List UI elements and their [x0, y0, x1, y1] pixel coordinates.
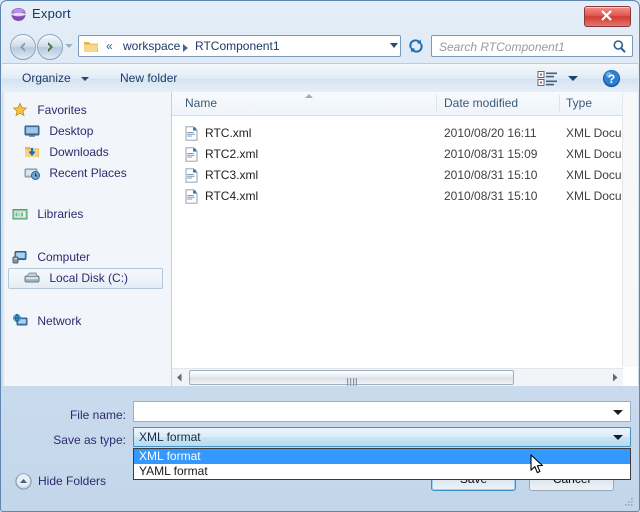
sidebar-item-label: Network: [37, 314, 82, 328]
column-divider[interactable]: [436, 95, 437, 112]
sidebar-item-local-disk-c[interactable]: Local Disk (C:): [24, 268, 128, 288]
sidebar-item-label: Computer: [37, 250, 91, 264]
column-header-type[interactable]: Type: [566, 96, 592, 110]
sidebar-item-label: Favorites: [37, 103, 87, 117]
refresh-button[interactable]: [405, 35, 427, 57]
file-name-chevron-down-icon[interactable]: [613, 410, 623, 415]
address-bar[interactable]: « workspace RTComponent1: [78, 35, 401, 57]
libraries-icon: [12, 206, 28, 222]
sidebar-item-label: Recent Places: [49, 166, 127, 180]
dialog-body: Favorites Desktop Downloads Recent Place…: [2, 92, 638, 386]
star-icon: [12, 102, 28, 118]
save-as-type-dropdown-list[interactable]: XML format YAML format: [133, 448, 631, 480]
search-placeholder: Search RTComponent1: [439, 40, 565, 54]
navigation-sidebar: Favorites Desktop Downloads Recent Place…: [2, 92, 172, 386]
downloads-icon: [24, 144, 40, 160]
svg-text:?: ?: [608, 72, 615, 86]
close-button[interactable]: [584, 6, 631, 27]
chevron-up-circle-icon: [15, 473, 32, 490]
new-folder-button[interactable]: New folder: [120, 71, 177, 85]
export-dialog-window: Export « workspace RTComponent1 Search R…: [0, 0, 640, 512]
triangle-left-icon[interactable]: [172, 369, 188, 386]
forward-button[interactable]: [37, 34, 63, 60]
address-chevron-down-icon[interactable]: [390, 43, 398, 48]
search-input[interactable]: Search RTComponent1: [431, 35, 633, 57]
organize-chevron-down-icon[interactable]: [81, 77, 89, 81]
sidebar-item-recent-places[interactable]: Recent Places: [24, 163, 127, 183]
breadcrumb-workspace[interactable]: workspace: [123, 39, 180, 53]
folder-icon: [83, 39, 99, 57]
triangle-right-icon[interactable]: [607, 369, 623, 386]
breadcrumb-overflow[interactable]: «: [106, 39, 113, 53]
breadcrumb-arrow-icon[interactable]: [183, 44, 188, 52]
column-divider[interactable]: [559, 95, 560, 112]
xml-file-icon: [184, 167, 199, 183]
recent-places-icon: [24, 165, 40, 181]
sidebar-item-label: Downloads: [49, 145, 109, 159]
sidebar-item-desktop[interactable]: Desktop: [24, 121, 93, 141]
sidebar-item-label: Desktop: [49, 124, 94, 138]
xml-file-icon: [184, 146, 199, 162]
command-toolbar: Organize New folder ?: [2, 63, 638, 94]
organize-button[interactable]: Organize: [22, 71, 71, 85]
vertical-scrollbar[interactable]: [622, 92, 638, 367]
back-button[interactable]: [10, 34, 36, 60]
navigation-bar: « workspace RTComponent1 Search RTCompon…: [1, 31, 639, 61]
harddisk-icon: [24, 270, 40, 286]
file-list-pane: Name Date modified Type RTC.xml 2010/08/…: [172, 92, 638, 386]
help-icon[interactable]: ?: [602, 69, 621, 88]
sidebar-edge: [2, 92, 5, 386]
window-title: Export: [32, 6, 71, 21]
file-name-label: File name:: [69, 408, 126, 422]
file-date-modified: 2010/08/20 16:11: [444, 126, 537, 140]
column-header-date-modified[interactable]: Date modified: [444, 96, 518, 110]
hide-folders-label: Hide Folders: [38, 474, 107, 488]
sidebar-item-label: Local Disk (C:): [49, 271, 129, 285]
sidebar-item-downloads[interactable]: Downloads: [24, 142, 109, 162]
breadcrumb-rtcomponent1[interactable]: RTComponent1: [195, 39, 280, 53]
table-row[interactable]: RTC3.xml 2010/08/31 15:10 XML Docum: [172, 165, 638, 186]
file-date-modified: 2010/08/31 15:10: [444, 168, 538, 182]
table-row[interactable]: RTC.xml 2010/08/20 16:11 XML Docum: [172, 123, 638, 144]
xml-file-icon: [184, 188, 199, 204]
sidebar-item-libraries[interactable]: Libraries: [12, 204, 83, 224]
title-bar: Export: [1, 1, 639, 29]
recent-pages-chevron-down-icon[interactable]: [65, 44, 73, 48]
sort-ascending-icon: [305, 94, 313, 98]
file-name: RTC3.xml: [205, 168, 259, 182]
computer-icon: [12, 249, 28, 265]
column-header-name[interactable]: Name: [185, 96, 217, 110]
dropdown-option-xml-format[interactable]: XML format: [134, 449, 630, 464]
sidebar-item-network[interactable]: Network: [12, 311, 81, 331]
save-as-type-chevron-down-icon[interactable]: [613, 435, 623, 440]
sidebar-item-label: Libraries: [37, 207, 84, 221]
file-name: RTC.xml: [205, 126, 252, 140]
file-name: RTC4.xml: [205, 189, 259, 203]
save-as-type-value: XML format: [139, 430, 201, 444]
scrollbar-thumb[interactable]: [189, 370, 514, 386]
globe-icon: [11, 7, 26, 22]
dropdown-option-yaml-format[interactable]: YAML format: [134, 464, 630, 479]
save-as-type-label: Save as type:: [53, 433, 126, 447]
view-mode-chevron-down-icon[interactable]: [568, 76, 578, 81]
table-row[interactable]: RTC2.xml 2010/08/31 15:09 XML Docum: [172, 144, 638, 165]
view-list-icon[interactable]: [537, 70, 559, 87]
column-header-row: Name Date modified Type: [172, 92, 638, 116]
horizontal-scrollbar[interactable]: [172, 368, 623, 386]
desktop-icon: [24, 123, 40, 139]
file-date-modified: 2010/08/31 15:10: [444, 189, 538, 203]
file-name-input[interactable]: [133, 401, 631, 422]
file-name: RTC2.xml: [205, 147, 259, 161]
save-as-type-select[interactable]: XML format: [133, 427, 631, 447]
xml-file-icon: [184, 125, 199, 141]
sidebar-item-computer[interactable]: Computer: [12, 247, 90, 267]
file-date-modified: 2010/08/31 15:09: [444, 147, 538, 161]
table-row[interactable]: RTC4.xml 2010/08/31 15:10 XML Docum: [172, 186, 638, 207]
network-icon: [12, 313, 28, 329]
resize-grip[interactable]: [622, 495, 634, 507]
sidebar-item-favorites[interactable]: Favorites: [12, 100, 87, 120]
search-icon: [612, 39, 627, 57]
